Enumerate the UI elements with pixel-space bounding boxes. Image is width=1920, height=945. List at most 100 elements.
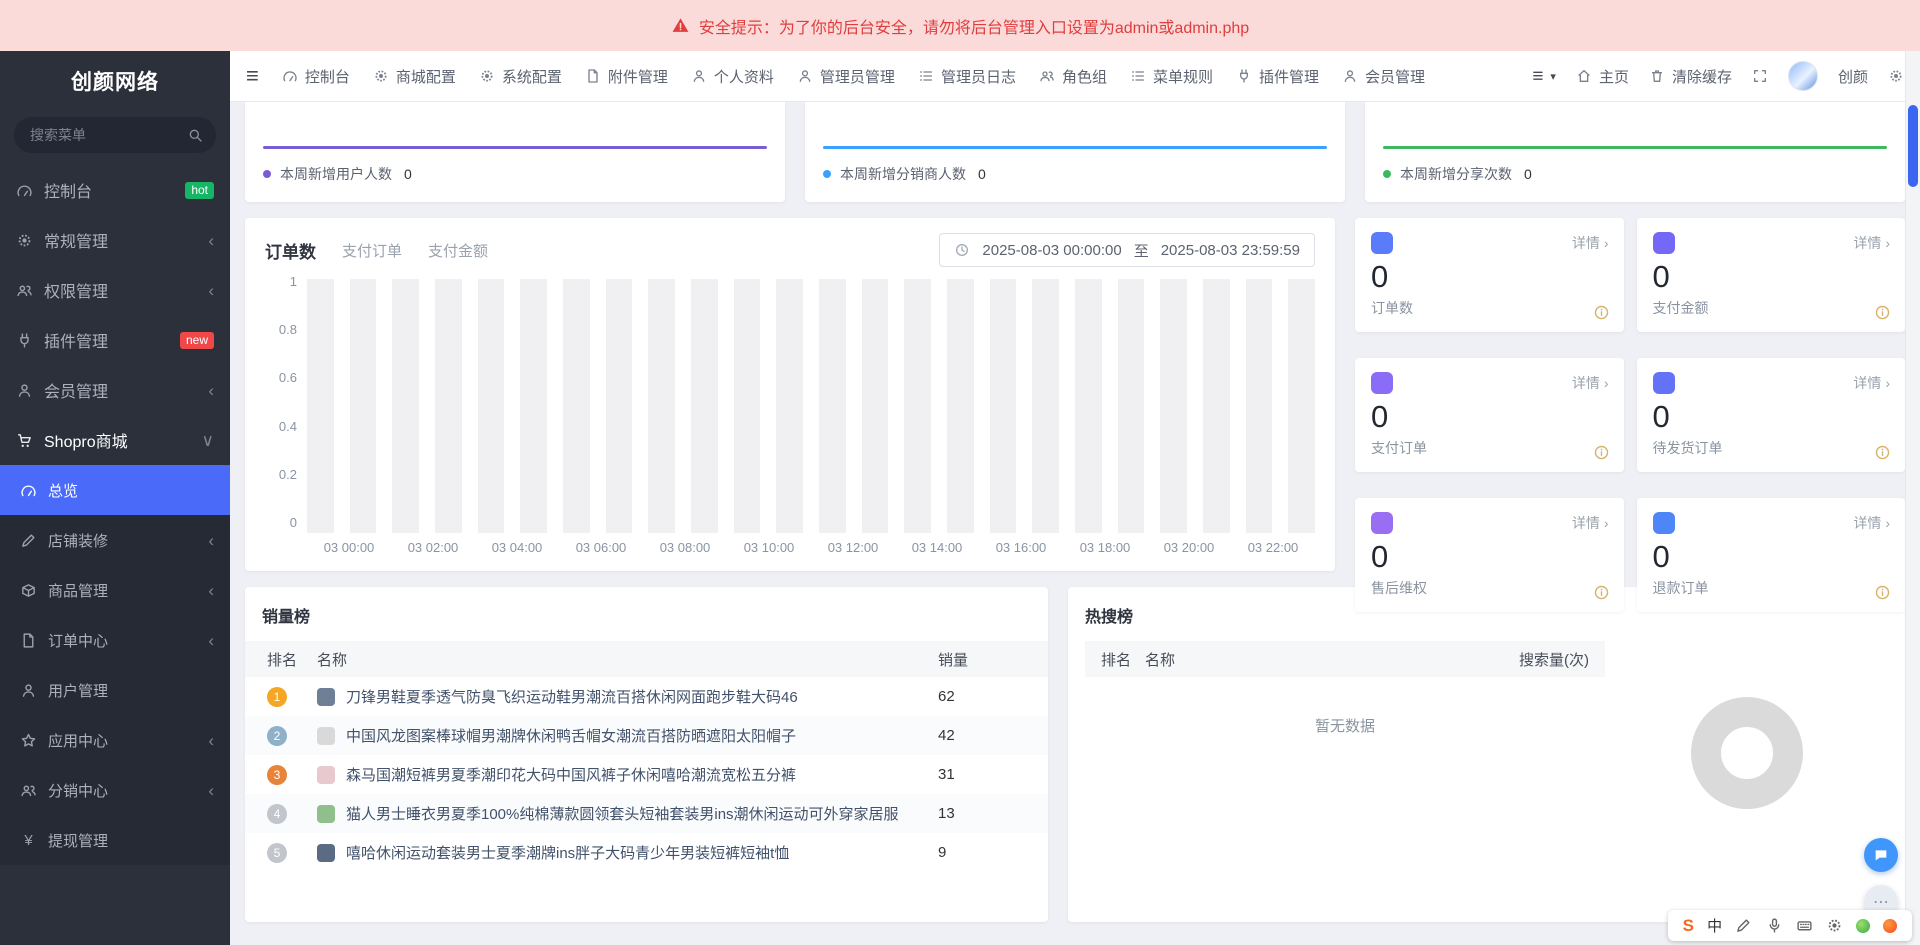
attachment-icon	[585, 68, 601, 84]
paid-orders-icon	[1371, 372, 1393, 394]
plug-icon	[16, 332, 33, 349]
stat-label: 售后维权	[1371, 578, 1608, 598]
nav-item-plugins[interactable]: 插件管理	[1236, 66, 1319, 87]
sidebar-item-console[interactable]: 控制台 hot	[0, 165, 230, 215]
chart-bar	[691, 279, 718, 533]
info-icon[interactable]	[1874, 444, 1891, 461]
nav-item-shop-config[interactable]: 商城配置	[373, 66, 456, 87]
sidebar-item-members[interactable]: 会员管理 ‹	[0, 365, 230, 415]
sidebar-subitem-users[interactable]: 用户管理	[0, 665, 230, 715]
product-name-link[interactable]: 刀锋男鞋夏季透气防臭飞织运动鞋男潮流百搭休闲网面跑步鞋大码46	[346, 686, 798, 707]
sales-value: 42	[938, 727, 1048, 744]
product-name-link[interactable]: 中国风龙图案棒球帽男潮牌休闲鸭舌帽女潮流百搭防晒遮阳太阳帽子	[346, 725, 796, 746]
ime-keyboard-icon[interactable]	[1796, 917, 1813, 934]
detail-link[interactable]: 详情›	[1853, 373, 1890, 393]
nav-label: 角色组	[1062, 66, 1107, 87]
sidebar-item-addons[interactable]: 插件管理 new	[0, 315, 230, 365]
info-icon[interactable]	[1593, 444, 1610, 461]
date-range-picker[interactable]: 2025-08-03 00:00:00 至 2025-08-03 23:59:5…	[939, 233, 1315, 267]
ime-mic-icon[interactable]	[1766, 917, 1783, 934]
order-chart-yticks: 10.80.60.40.20	[265, 275, 307, 529]
nav-item-attachments[interactable]: 附件管理	[585, 66, 668, 87]
legend-dot	[1383, 170, 1391, 178]
user-avatar[interactable]	[1788, 61, 1818, 91]
stat-card-to-ship-orders: 详情› 0 待发货订单	[1637, 358, 1906, 472]
nav-item-role-groups[interactable]: 角色组	[1039, 66, 1107, 87]
chart-bar	[478, 279, 505, 533]
home-link[interactable]: 主页	[1576, 66, 1629, 87]
sales-rank-row: 5 嘻哈休闲运动套装男士夏季潮牌ins胖子大码青少年男装短裤短袖t恤 9	[245, 833, 1048, 872]
sidebar-toggle-button[interactable]: ≡	[246, 65, 259, 87]
chart-bar	[1288, 279, 1315, 533]
info-icon[interactable]	[1593, 304, 1610, 321]
tab-paid-amount[interactable]: 支付金额	[428, 240, 488, 261]
member-icon	[1342, 68, 1358, 84]
chevron-left-icon: ‹	[208, 582, 214, 599]
nav-label: 控制台	[305, 66, 350, 87]
chart-bar	[904, 279, 931, 533]
sidebar-subitem-overview[interactable]: 总览	[0, 465, 230, 515]
nav-item-menu-rules[interactable]: 菜单规则	[1130, 66, 1213, 87]
info-icon[interactable]	[1874, 304, 1891, 321]
fullscreen-button[interactable]	[1752, 68, 1768, 84]
sidebar-item-label: 会员管理	[44, 378, 197, 402]
page-scrollbar-thumb[interactable]	[1908, 105, 1918, 187]
chart-bar	[1160, 279, 1187, 533]
sidebar-subitem-distribution[interactable]: 分销中心 ‹	[0, 765, 230, 815]
nav-item-admins[interactable]: 管理员管理	[797, 66, 895, 87]
product-thumbnail	[317, 688, 335, 706]
detail-link[interactable]: 详情›	[1853, 233, 1890, 253]
ime-settings-icon[interactable]	[1826, 917, 1843, 934]
ime-skin-icon[interactable]	[1883, 919, 1897, 933]
order-chart-panel: 订单数 支付订单 支付金额 2025-08-03 00:00:00 至 2025…	[245, 218, 1335, 571]
clear-cache-button[interactable]: 清除缓存	[1649, 66, 1732, 87]
ime-logo-icon[interactable]: S	[1683, 916, 1694, 936]
ime-language-toggle[interactable]: 中	[1707, 915, 1722, 936]
sidebar-subitem-apps[interactable]: 应用中心 ‹	[0, 715, 230, 765]
detail-link[interactable]: 详情›	[1853, 513, 1890, 533]
clock-icon	[954, 242, 970, 258]
sidebar-item-label: 总览	[48, 480, 214, 501]
empty-state-text: 暂无数据	[1085, 715, 1605, 736]
security-banner-text: 安全提示：为了你的后台安全，请勿将后台管理入口设置为admin或admin.ph…	[699, 14, 1249, 38]
product-name-link[interactable]: 猫人男士睡衣男夏季100%纯棉薄款圆领套头短袖套装男ins潮休闲运动可外穿家居服	[346, 803, 899, 824]
nav-item-console[interactable]: 控制台	[282, 66, 350, 87]
sidebar-subitem-orders[interactable]: 订单中心 ‹	[0, 615, 230, 665]
page-scrollbar-track[interactable]	[1905, 51, 1920, 945]
weekly-new-users-card: 本周新增用户人数 0	[245, 102, 785, 202]
chart-bar	[606, 279, 633, 533]
sidebar-item-label: 分销中心	[48, 780, 197, 801]
info-icon[interactable]	[1593, 584, 1610, 601]
chat-assistant-button[interactable]	[1864, 838, 1898, 872]
user-settings-button[interactable]	[1888, 68, 1904, 84]
shortcut-menu-dropdown[interactable]: ≡ ▾	[1532, 67, 1556, 86]
input-method-toolbar: S 中	[1668, 910, 1912, 941]
nav-item-admin-logs[interactable]: 管理员日志	[918, 66, 1016, 87]
stat-card-aftersale: 详情› 0 售后维权	[1355, 498, 1624, 612]
detail-link[interactable]: 详情›	[1572, 513, 1609, 533]
order-chart-xticks: 03 00:0003 02:0003 04:0003 06:0003 08:00…	[307, 533, 1315, 561]
username-label[interactable]: 创颜	[1838, 66, 1868, 87]
sidebar-subitem-decoration[interactable]: 店铺装修 ‹	[0, 515, 230, 565]
ime-emoji-icon[interactable]	[1856, 919, 1870, 933]
sidebar-item-shopro[interactable]: Shopro商城 ∨	[0, 415, 230, 465]
x-tick-label: 03 16:00	[979, 540, 1063, 555]
sidebar-subitem-withdraw[interactable]: ¥ 提现管理	[0, 815, 230, 865]
product-name-link[interactable]: 嘻哈休闲运动套装男士夏季潮牌ins胖子大码青少年男装短裤短袖t恤	[346, 842, 789, 863]
nav-item-profile[interactable]: 个人资料	[691, 66, 774, 87]
detail-link[interactable]: 详情›	[1572, 233, 1609, 253]
ime-pen-icon[interactable]	[1735, 917, 1752, 934]
menu-search-input[interactable]	[14, 117, 216, 153]
nav-item-members[interactable]: 会员管理	[1342, 66, 1425, 87]
sidebar-item-general[interactable]: 常规管理 ‹	[0, 215, 230, 265]
detail-link[interactable]: 详情›	[1572, 373, 1609, 393]
sidebar-item-auth[interactable]: 权限管理 ‹	[0, 265, 230, 315]
tab-paid-orders[interactable]: 支付订单	[342, 240, 402, 261]
product-name-link[interactable]: 森马国潮短裤男夏季潮印花大码中国风裤子休闲嘻哈潮流宽松五分裤	[346, 764, 796, 785]
hot-badge: hot	[185, 182, 214, 199]
stat-label: 支付金额	[1653, 298, 1890, 318]
nav-item-system-config[interactable]: 系统配置	[479, 66, 562, 87]
tab-order-count[interactable]: 订单数	[265, 238, 316, 263]
sidebar-subitem-goods[interactable]: 商品管理 ‹	[0, 565, 230, 615]
info-icon[interactable]	[1874, 584, 1891, 601]
